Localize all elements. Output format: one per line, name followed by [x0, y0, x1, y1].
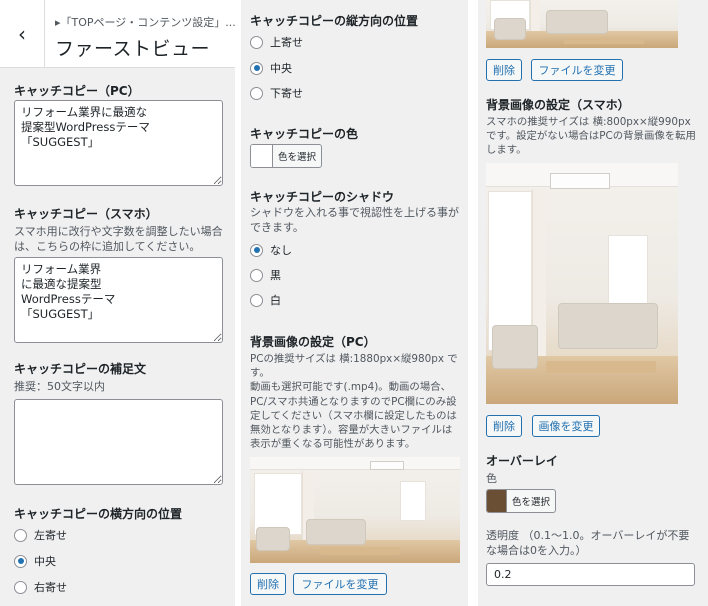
catch-sp-description: スマホ用に改行や文字数を調整したい場合は、こちらの枠に追加してください。 — [14, 225, 223, 253]
bg-sp-description: スマホの推奨サイズは 横:800px×縦990px です。設定がない場合はPCの… — [486, 116, 696, 157]
catch-sp-label: キャッチコピー（スマホ） — [14, 207, 158, 221]
vertical-option-bottom[interactable]: 下寄せ — [250, 85, 303, 101]
bg-sp-remove-button[interactable]: 削除 — [486, 415, 522, 437]
shadow-option-black[interactable]: 黒 — [250, 267, 281, 283]
color-button-label: 色を選択 — [511, 497, 550, 508]
overlay-label: オーバーレイ — [486, 454, 558, 468]
catch-sub-textarea[interactable] — [14, 399, 223, 485]
radio-button[interactable] — [14, 528, 27, 542]
section-header: ‹ ▸「TOPページ・コンテンツ設定」... ファーストビュー — [0, 0, 235, 68]
shadow-option-white[interactable]: 白 — [250, 292, 281, 308]
bg-pc-preview-image-cropped — [486, 0, 678, 48]
shadow-option-none[interactable]: なし — [250, 242, 292, 258]
back-button[interactable]: ‹ — [0, 0, 45, 68]
customizer-panel-middle: キャッチコピーの縦方向の位置 上寄せ 中央 下寄せ キャッチコピーの色 色を選択… — [241, 0, 468, 606]
bg-sp-label: 背景画像の設定（スマホ） — [486, 98, 630, 112]
horizontal-option-left[interactable]: 左寄せ — [14, 527, 67, 543]
radio-label: 中央 — [34, 555, 56, 568]
radio-label: 白 — [270, 294, 281, 307]
bg-pc-label: 背景画像の設定（PC） — [250, 335, 376, 349]
radio-button[interactable] — [250, 86, 263, 100]
catch-sp-textarea[interactable]: リフォーム業界 に最適な提案型 WordPressテーマ 「SUGGEST」 — [14, 257, 223, 343]
chevron-left-icon: ‹ — [18, 22, 26, 46]
vertical-position-label: キャッチコピーの縦方向の位置 — [250, 14, 419, 28]
overlay-opacity-input[interactable]: 0.2 — [486, 563, 695, 586]
bg-pc-remove-button[interactable]: 削除 — [250, 573, 286, 595]
bg-sp-change-image-button[interactable]: 画像を変更 — [532, 415, 600, 437]
radio-label: 左寄せ — [34, 529, 67, 542]
catch-color-label: キャッチコピーの色 — [250, 127, 359, 141]
page-title: ファーストビュー — [55, 38, 211, 60]
radio-button-checked[interactable] — [250, 61, 263, 75]
radio-button-checked[interactable] — [250, 243, 263, 257]
vertical-option-middle[interactable]: 中央 — [250, 60, 292, 76]
horizontal-option-right[interactable]: 右寄せ — [14, 579, 67, 595]
breadcrumb: ▸「TOPページ・コンテンツ設定」... — [55, 16, 235, 29]
overlay-opacity-label: 透明度 （0.1〜1.0。オーバーレイが不要な場合は0を入力。） — [486, 529, 690, 557]
catch-sub-description: 推奨：50文字以内 — [14, 380, 105, 393]
radio-label: なし — [270, 244, 292, 257]
horizontal-option-center[interactable]: 中央 — [14, 553, 56, 569]
horizontal-position-label: キャッチコピーの横方向の位置 — [14, 507, 183, 521]
bg-pc-preview-image — [250, 457, 460, 563]
color-swatch — [251, 145, 273, 167]
color-swatch — [487, 490, 507, 512]
catch-color-picker-button[interactable]: 色を選択 — [250, 144, 322, 168]
catch-sub-label: キャッチコピーの補足文 — [14, 362, 147, 376]
radio-label: 黒 — [270, 269, 281, 282]
customizer-panel-left: ‹ ▸「TOPページ・コンテンツ設定」... ファーストビュー キャッチコピー（… — [0, 0, 235, 606]
shadow-description: シャドウを入れる事で視認性を上げる事ができます。 — [250, 206, 459, 234]
bg-sp-preview-image — [486, 163, 678, 404]
bg-top-change-file-button[interactable]: ファイルを変更 — [531, 59, 623, 81]
catch-pc-textarea[interactable]: リフォーム業界に最適な 提案型WordPressテーマ 「SUGGEST」 — [14, 100, 223, 186]
overlay-color-label: 色 — [486, 472, 497, 485]
shadow-label: キャッチコピーのシャドウ — [250, 190, 395, 204]
bg-pc-description: PCの推奨サイズは 横:1880px×縦980px です。 動画も選択可能です(… — [250, 353, 458, 451]
radio-label: 下寄せ — [270, 87, 303, 100]
radio-label: 上寄せ — [270, 36, 303, 49]
color-button-label: 色を選択 — [277, 152, 316, 163]
customizer-panel-right: 削除 ファイルを変更 背景画像の設定（スマホ） スマホの推奨サイズは 横:800… — [478, 0, 708, 606]
catch-pc-label: キャッチコピー（PC） — [14, 84, 140, 98]
radio-button[interactable] — [250, 35, 263, 49]
bg-pc-change-file-button[interactable]: ファイルを変更 — [293, 573, 387, 595]
radio-label: 中央 — [270, 62, 292, 75]
radio-button[interactable] — [250, 268, 263, 282]
radio-button[interactable] — [250, 293, 263, 307]
overlay-color-picker-button[interactable]: 色を選択 — [486, 489, 556, 513]
radio-button[interactable] — [14, 580, 27, 594]
vertical-option-top[interactable]: 上寄せ — [250, 34, 303, 50]
bg-top-remove-button[interactable]: 削除 — [486, 59, 522, 81]
radio-button-checked[interactable] — [14, 554, 27, 568]
radio-label: 右寄せ — [34, 581, 67, 594]
